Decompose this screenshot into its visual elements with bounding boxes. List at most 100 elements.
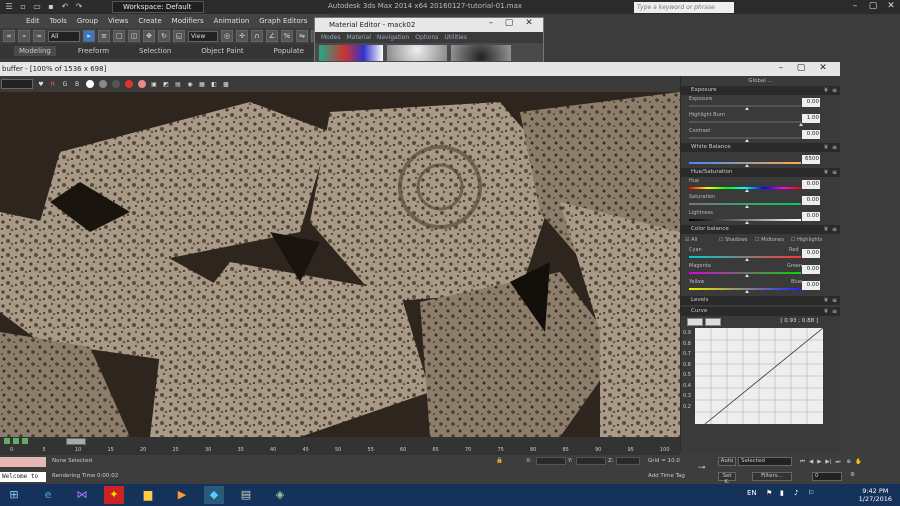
file-explorer-icon[interactable]: ▆ <box>138 486 158 504</box>
section-exposure[interactable]: Exposure ¥ ≡ <box>681 86 840 95</box>
mated-minimize-button[interactable]: – <box>482 17 500 30</box>
pan-icon[interactable]: ✋ <box>855 459 862 465</box>
snap-icon[interactable]: ∩ <box>251 30 263 42</box>
internet-explorer-icon[interactable]: e <box>38 486 58 504</box>
section-curve[interactable]: Curve ¥ ≡ <box>681 307 840 316</box>
move-icon[interactable]: ✥ <box>143 30 155 42</box>
close-button[interactable]: ✕ <box>882 0 900 13</box>
track-bar-icon[interactable] <box>4 438 10 444</box>
menu-utilities[interactable]: Utilities <box>444 32 467 43</box>
menu-create[interactable]: Create <box>138 17 161 25</box>
play-icon[interactable]: ▶ <box>817 459 821 465</box>
menu-icon[interactable]: ≡ <box>832 225 837 234</box>
slider-knob[interactable] <box>745 139 749 142</box>
section-hue-saturation[interactable]: Hue/Saturation ¥ ≡ <box>681 168 840 177</box>
3ds-max-taskbar-icon[interactable]: ◆ <box>204 486 224 504</box>
check-highlights[interactable]: ☐ Highlights <box>791 237 822 243</box>
menu-navigation[interactable]: Navigation <box>377 32 409 43</box>
section-levels[interactable]: Levels ¥ ≡ <box>681 296 840 305</box>
app-icon[interactable]: ✦ <box>104 486 124 504</box>
menu-icon[interactable]: ≡ <box>832 307 837 316</box>
workspace-dropdown[interactable]: Workspace: Default <box>112 1 204 13</box>
channel-green[interactable]: G <box>61 80 69 89</box>
menu-views[interactable]: Views <box>108 17 128 25</box>
lock-icon[interactable]: 🔒 <box>496 458 503 464</box>
render-element-dropdown[interactable] <box>1 79 33 89</box>
param-value[interactable]: 0.00 <box>802 265 820 274</box>
param-value[interactable]: 0.00 <box>802 98 820 107</box>
filters-button[interactable]: Filters... <box>752 472 792 481</box>
section-color-balance[interactable]: Color balance ¥ ≡ <box>681 225 840 234</box>
collapse-icon[interactable]: ¥ <box>824 225 828 234</box>
slider-knob[interactable] <box>745 164 749 167</box>
fb-minimize-button[interactable]: – <box>772 62 790 75</box>
slider-knob[interactable] <box>799 123 803 126</box>
channel-blue[interactable]: B <box>73 80 81 89</box>
time-slider-handle[interactable] <box>66 438 86 445</box>
current-frame-field[interactable]: 0 <box>812 472 842 481</box>
compare-icon[interactable]: ◧ <box>210 80 218 89</box>
param-value[interactable]: 0.00 <box>802 196 820 205</box>
menu-animation[interactable]: Animation <box>214 17 250 25</box>
curve-editor[interactable] <box>695 328 823 424</box>
global-bar[interactable]: Global ... <box>681 76 840 86</box>
material-slot[interactable] <box>319 45 383 61</box>
red-swatch-icon[interactable] <box>125 80 133 88</box>
restore-button[interactable]: ▢ <box>864 0 882 13</box>
slider-knob[interactable] <box>745 205 749 208</box>
settings-icon[interactable]: ▩ <box>222 80 230 89</box>
key-icon[interactable]: ⊸ <box>698 463 706 473</box>
window-crossing-icon[interactable]: ◫ <box>128 30 140 42</box>
slider-knob[interactable] <box>745 189 749 192</box>
param-value[interactable]: 0.00 <box>802 249 820 258</box>
check-all[interactable]: ☑ All <box>685 237 697 243</box>
clone-icon[interactable]: ◩ <box>162 80 170 89</box>
select-object-icon[interactable]: ▸ <box>83 30 95 42</box>
param-value[interactable]: 0.00 <box>802 180 820 189</box>
language-indicator[interactable]: EN <box>747 489 757 497</box>
prev-frame-icon[interactable]: ◀ <box>809 459 813 465</box>
slider-knob[interactable] <box>745 274 749 277</box>
volume-icon[interactable]: ♪ <box>794 489 798 497</box>
zoom-icon[interactable]: ⊕ <box>846 459 851 465</box>
track-bar-icon[interactable] <box>13 438 19 444</box>
next-frame-icon[interactable]: ▶| <box>825 459 831 465</box>
dark-swatch-icon[interactable] <box>112 80 120 88</box>
menu-icon[interactable]: ≡ <box>832 296 837 305</box>
slider-knob[interactable] <box>745 107 749 110</box>
grey-swatch-icon[interactable] <box>99 80 107 88</box>
app-menu-icon[interactable]: ☰ <box>4 2 14 12</box>
slider-knob[interactable] <box>745 290 749 293</box>
menu-edit[interactable]: Edit <box>26 17 40 25</box>
tab-modeling[interactable]: Modeling <box>14 46 56 56</box>
link-icon[interactable]: ∞ <box>3 30 15 42</box>
check-shadows[interactable]: ☐ Shadows <box>719 237 747 243</box>
material-slot[interactable] <box>387 45 447 61</box>
channel-red[interactable]: R <box>49 80 57 89</box>
collapse-icon[interactable]: ¥ <box>824 296 828 305</box>
3ds-max-window-icon[interactable]: ▤ <box>236 486 256 504</box>
param-value[interactable]: 1.00 <box>802 114 820 123</box>
y-coord-field[interactable] <box>576 457 606 465</box>
curve-preset-button[interactable] <box>687 318 703 326</box>
go-to-end-icon[interactable]: ⏭ <box>836 459 841 466</box>
redo-icon[interactable]: ↷ <box>74 2 84 12</box>
history-icon[interactable]: ▤ <box>174 80 182 89</box>
ref-coord-dropdown[interactable]: View <box>188 30 218 42</box>
percent-snap-icon[interactable]: % <box>281 30 293 42</box>
manipulate-icon[interactable]: ✢ <box>236 30 248 42</box>
key-filter-dropdown[interactable]: Selected <box>738 457 792 466</box>
stamp-icon[interactable]: ▦ <box>198 80 206 89</box>
network-icon[interactable]: ▮ <box>780 489 784 497</box>
material-slot[interactable] <box>451 45 511 61</box>
menu-icon[interactable]: ≡ <box>832 168 837 177</box>
scale-icon[interactable]: ◱ <box>173 30 185 42</box>
param-value[interactable]: 6500 <box>802 155 820 164</box>
set-key-button[interactable]: Set K. <box>718 472 736 485</box>
minimize-button[interactable]: – <box>846 0 864 13</box>
tab-selection[interactable]: Selection <box>139 47 171 55</box>
lens-icon[interactable]: ◉ <box>186 80 194 89</box>
menu-icon[interactable]: ≡ <box>832 86 837 95</box>
collapse-icon[interactable]: ¥ <box>824 86 828 95</box>
slider-knob[interactable] <box>745 258 749 261</box>
